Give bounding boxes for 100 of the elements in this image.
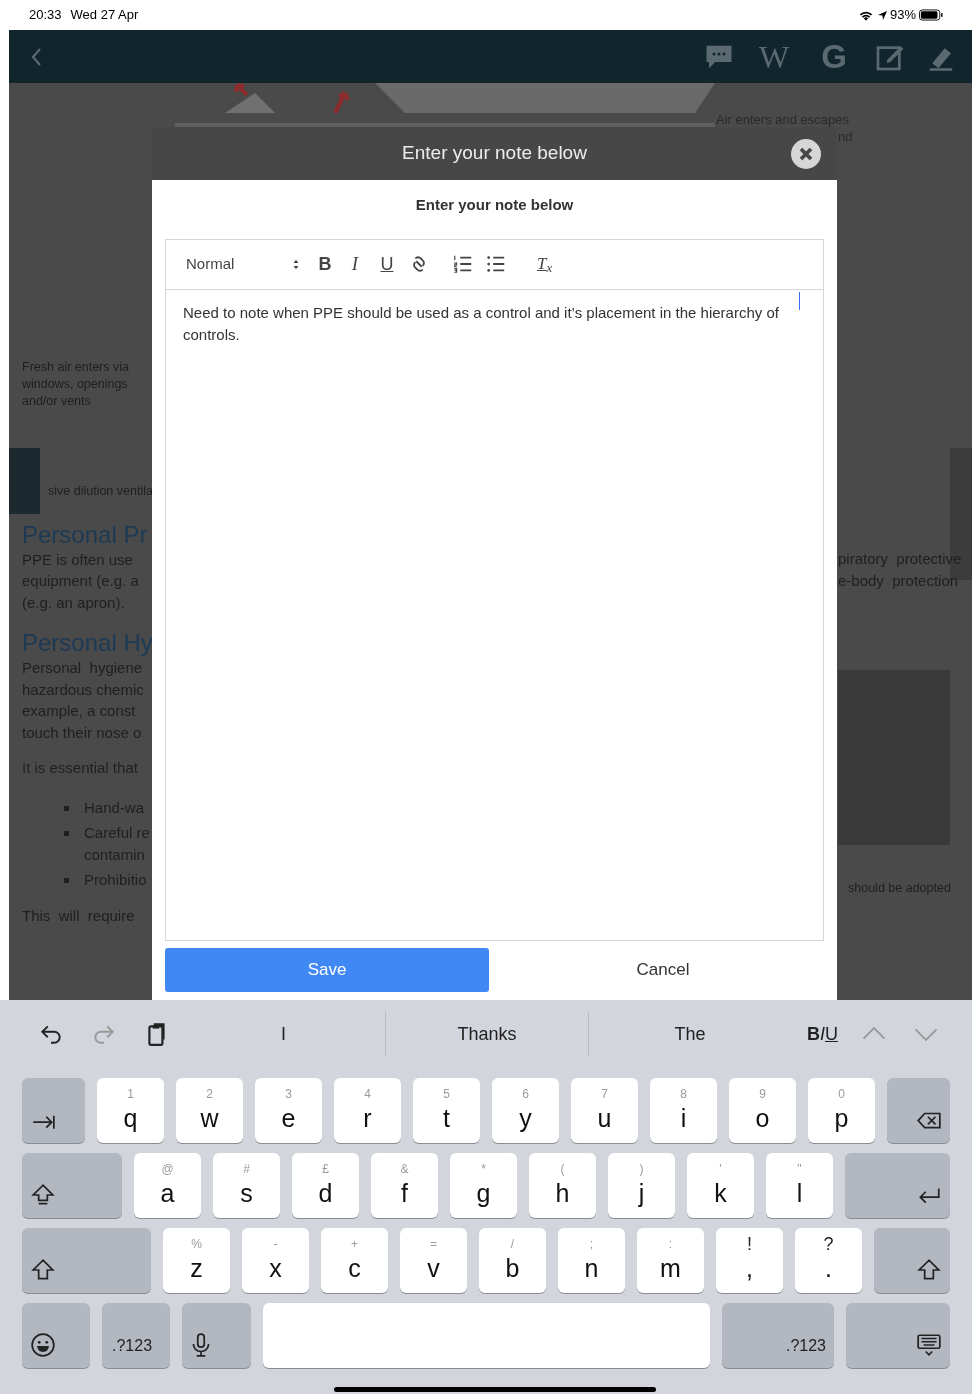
key-hint: " bbox=[797, 1161, 802, 1178]
key-label: f bbox=[401, 1179, 408, 1207]
key-hint: @ bbox=[161, 1161, 174, 1178]
key-hint: ! bbox=[747, 1234, 752, 1254]
key[interactable]: 6 y bbox=[492, 1078, 559, 1143]
key-hint: / bbox=[510, 1236, 515, 1253]
suggestion-button[interactable]: Thanks bbox=[385, 1012, 588, 1056]
key-label: , bbox=[746, 1254, 753, 1282]
key[interactable]: 2 w bbox=[176, 1078, 243, 1143]
key[interactable]: 9 o bbox=[729, 1078, 796, 1143]
key-label: n bbox=[584, 1254, 599, 1282]
note-text: Need to note when PPE should be used as a control and it’s placement in the hierarchy of controls. bbox=[183, 303, 779, 343]
key[interactable]: 5 t bbox=[413, 1078, 480, 1143]
key-label: a bbox=[160, 1179, 175, 1207]
numbers-key[interactable]: .?123 bbox=[722, 1303, 834, 1368]
note-text-area[interactable]: Need to note when PPE should be used as a control and it’s placement in the hierarchy of controls. bbox=[166, 289, 823, 940]
key[interactable]: : m bbox=[637, 1228, 704, 1293]
key-label: b bbox=[505, 1254, 520, 1282]
key[interactable]: & f bbox=[371, 1153, 438, 1218]
status-date: Wed 27 Apr bbox=[70, 6, 139, 25]
key-label: c bbox=[348, 1254, 361, 1282]
key[interactable]: 7 u bbox=[571, 1078, 638, 1143]
clear-format-button[interactable]: T$_{x}$ bbox=[537, 251, 553, 277]
key[interactable]: " l bbox=[766, 1153, 833, 1218]
key-hint: 0 bbox=[838, 1086, 845, 1103]
bold-button[interactable]: B bbox=[310, 250, 340, 278]
key-label: l bbox=[796, 1179, 803, 1207]
key-label: q bbox=[123, 1104, 138, 1132]
key[interactable]: = v bbox=[400, 1228, 467, 1293]
key[interactable]: * g bbox=[450, 1153, 517, 1218]
underline-button[interactable]: U bbox=[370, 250, 404, 278]
key[interactable]: + c bbox=[321, 1228, 388, 1293]
key-hint: = bbox=[430, 1236, 437, 1253]
key[interactable]: - x bbox=[242, 1228, 309, 1293]
key-label: t bbox=[443, 1104, 450, 1132]
format-underline-button[interactable]: U bbox=[825, 1020, 838, 1048]
key[interactable]: 3 e bbox=[255, 1078, 322, 1143]
key-hint: 9 bbox=[759, 1086, 766, 1103]
key-hint: ( bbox=[560, 1161, 565, 1178]
format-italic-button[interactable]: I bbox=[820, 1020, 825, 1048]
key-label: g bbox=[476, 1179, 491, 1207]
key[interactable]: @ a bbox=[134, 1153, 201, 1218]
key-label: o bbox=[755, 1104, 770, 1132]
key-hint: 3 bbox=[285, 1086, 292, 1103]
cancel-button[interactable]: Cancel bbox=[489, 948, 837, 992]
key-label: u bbox=[597, 1104, 612, 1132]
numbers-key[interactable]: .?123 bbox=[102, 1303, 170, 1368]
key-hint: 1 bbox=[127, 1086, 134, 1103]
key-label: v bbox=[427, 1254, 440, 1282]
modal-subtitle: Enter your note below bbox=[414, 195, 575, 215]
key-hint: 2 bbox=[206, 1086, 213, 1103]
key[interactable]: ( h bbox=[529, 1153, 596, 1218]
key-hint: £ bbox=[322, 1161, 329, 1178]
key-label: h bbox=[555, 1179, 570, 1207]
key[interactable]: ! , bbox=[716, 1228, 783, 1293]
key-label: e bbox=[281, 1104, 296, 1132]
key[interactable]: % z bbox=[163, 1228, 230, 1293]
key-label: j bbox=[638, 1179, 645, 1207]
key[interactable]: ' k bbox=[687, 1153, 754, 1218]
key-label: m bbox=[660, 1254, 681, 1282]
key[interactable]: 8 i bbox=[650, 1078, 717, 1143]
key-label: s bbox=[240, 1179, 253, 1207]
key[interactable]: # s bbox=[213, 1153, 280, 1218]
key-hint: : bbox=[668, 1236, 673, 1253]
key-hint: ) bbox=[639, 1161, 644, 1178]
key-hint: - bbox=[273, 1236, 278, 1253]
key[interactable]: 0 p bbox=[808, 1078, 875, 1143]
key-label: i bbox=[680, 1104, 687, 1132]
key-hint: 4 bbox=[364, 1086, 371, 1103]
key[interactable]: ? . bbox=[795, 1228, 862, 1293]
format-dropdown[interactable]: Normal bbox=[186, 249, 306, 279]
italic-button[interactable]: I bbox=[340, 249, 370, 279]
format-bold-button[interactable]: B bbox=[807, 1020, 820, 1048]
key-label: x bbox=[269, 1254, 282, 1282]
key-hint: 6 bbox=[522, 1086, 529, 1103]
key[interactable]: 1 q bbox=[97, 1078, 164, 1143]
key-label: k bbox=[714, 1179, 727, 1207]
status-time: 20:33 bbox=[29, 6, 62, 25]
key-hint: + bbox=[351, 1236, 358, 1253]
key[interactable]: ) j bbox=[608, 1153, 675, 1218]
key[interactable]: / b bbox=[479, 1228, 546, 1293]
battery-percent: 93% bbox=[889, 6, 916, 25]
key-hint: * bbox=[481, 1161, 486, 1178]
key-hint: ' bbox=[719, 1161, 722, 1178]
key-hint: # bbox=[243, 1161, 250, 1178]
key-label: w bbox=[200, 1104, 219, 1132]
suggestion-button[interactable]: I bbox=[182, 1012, 385, 1056]
key[interactable]: ; n bbox=[558, 1228, 625, 1293]
key-hint: 5 bbox=[443, 1086, 450, 1103]
key-label: p bbox=[834, 1104, 849, 1132]
key-label: y bbox=[519, 1104, 532, 1132]
key-hint: ; bbox=[589, 1236, 594, 1253]
key-hint: & bbox=[400, 1161, 409, 1178]
key[interactable]: £ d bbox=[292, 1153, 359, 1218]
key[interactable]: 4 r bbox=[334, 1078, 401, 1143]
key-label: . bbox=[825, 1254, 832, 1282]
suggestion-button[interactable]: The bbox=[588, 1012, 791, 1056]
key-hint: ? bbox=[823, 1234, 834, 1254]
key-label: z bbox=[190, 1254, 203, 1282]
key-hint: % bbox=[191, 1236, 202, 1253]
